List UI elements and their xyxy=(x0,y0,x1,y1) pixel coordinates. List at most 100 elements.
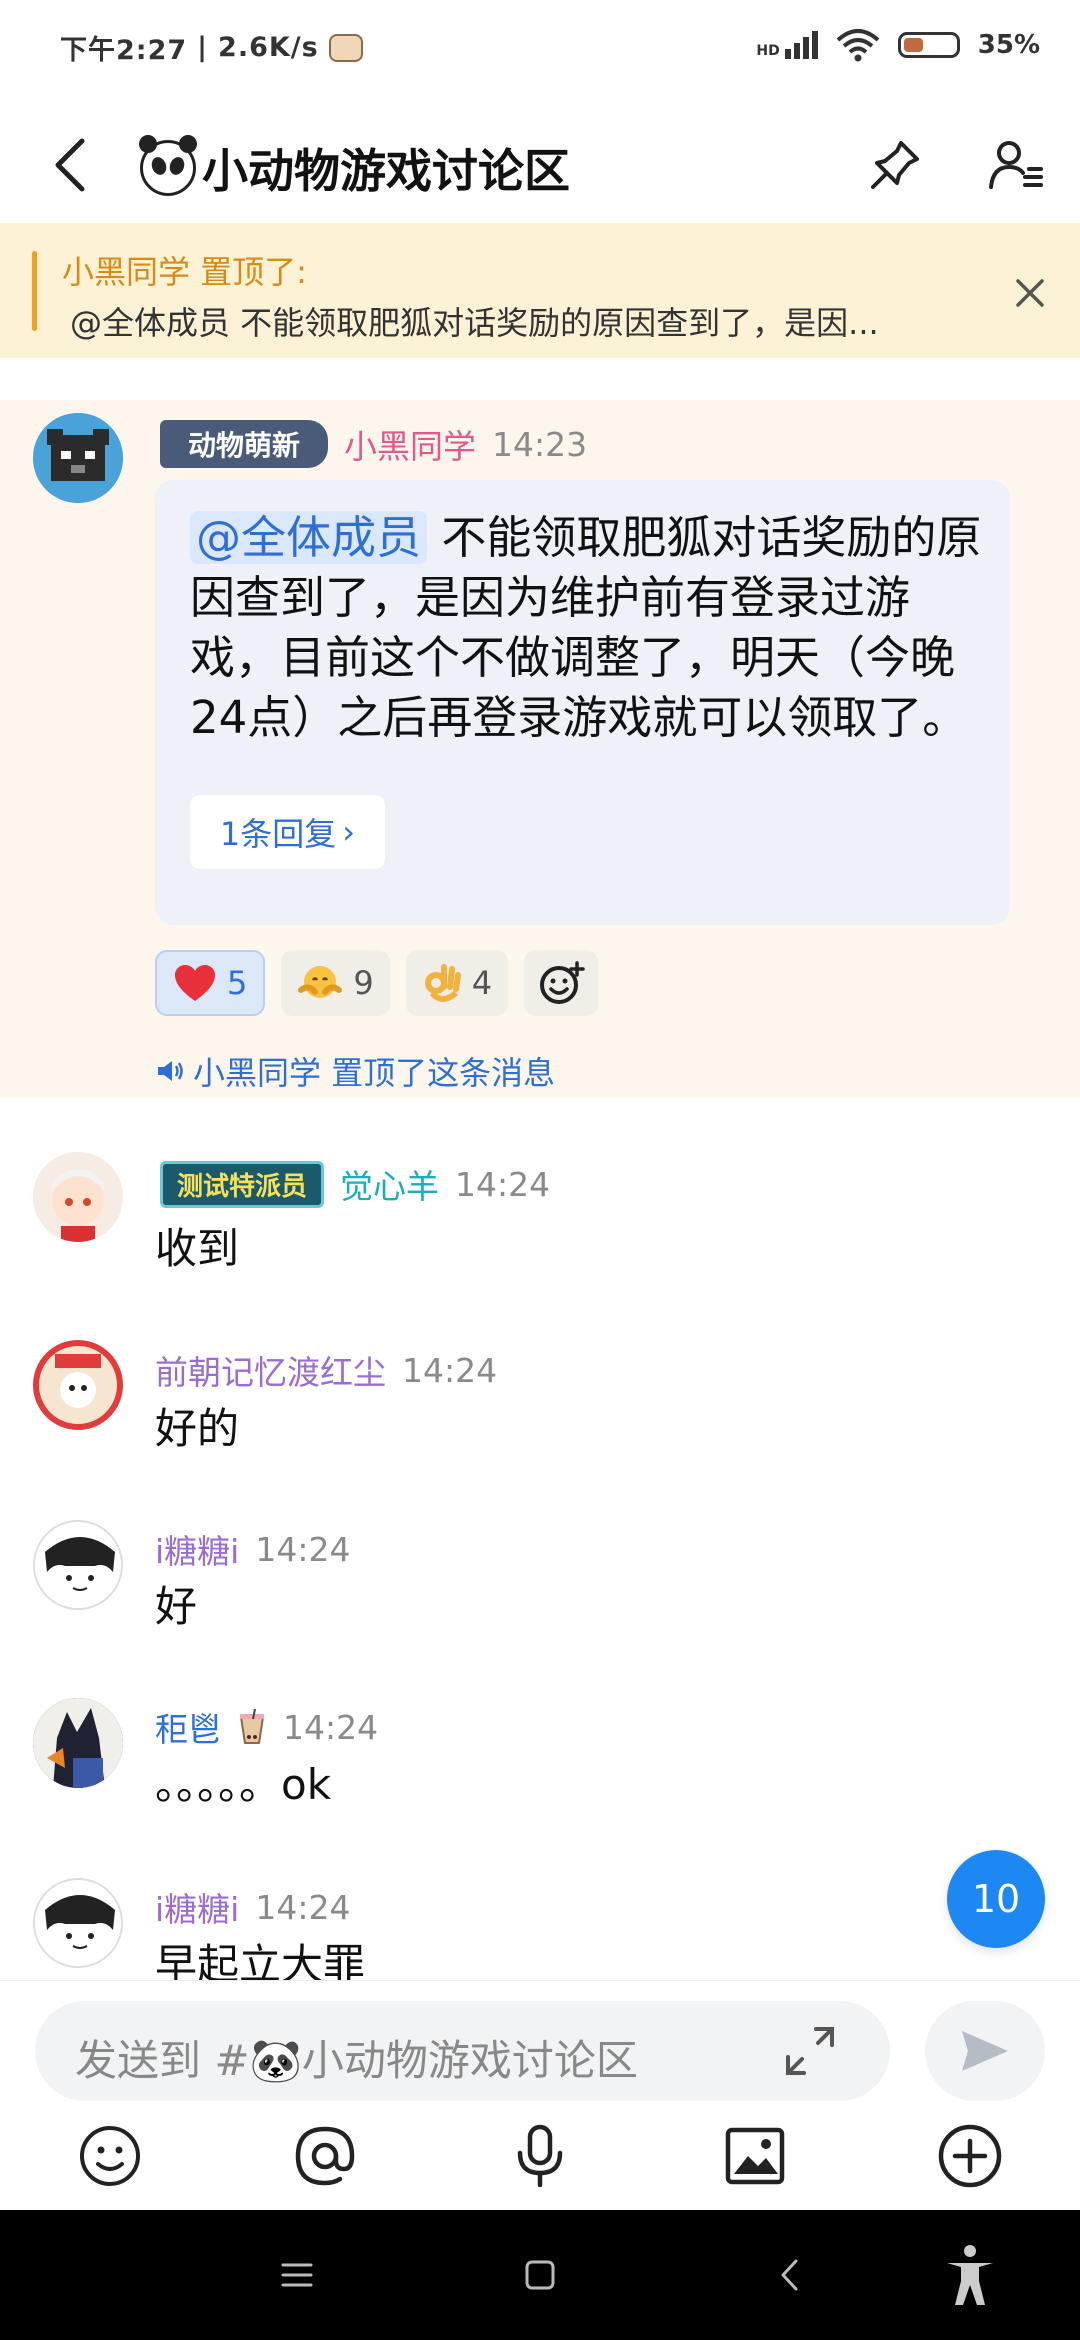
home-nav-button[interactable] xyxy=(505,2240,575,2310)
back-nav-button[interactable] xyxy=(755,2240,825,2310)
composer: 发送到 #🐼小动物游戏讨论区 xyxy=(0,1980,1080,2210)
message-time: 14:24 xyxy=(255,1887,351,1927)
speaker-icon xyxy=(158,1061,183,1081)
message-body: @全体成员 不能领取肥狐对话奖励的原因查到了，是因为维护前有登录过游戏，目前这个… xyxy=(190,508,990,748)
author-name[interactable]: i糖糖i xyxy=(155,1525,239,1573)
menu-nav-button[interactable] xyxy=(262,2240,332,2310)
mention-all[interactable]: @全体成员 xyxy=(190,511,428,564)
expand-input-button[interactable] xyxy=(780,2021,840,2081)
signal-icon: HD xyxy=(756,31,818,59)
chat-header: 小动物游戏讨论区 xyxy=(0,100,1080,230)
bubble-tea-icon xyxy=(239,1709,265,1744)
reactions-bar: 5 9 4 xyxy=(155,950,599,1016)
reaction-ok-hand[interactable]: 4 xyxy=(405,950,509,1016)
message-text[interactable]: 收到 xyxy=(155,1220,239,1278)
reaction-count: 5 xyxy=(227,964,248,1002)
author-name[interactable]: 觉心羊 xyxy=(340,1160,439,1208)
network-type: HD xyxy=(756,43,780,59)
avatar[interactable] xyxy=(33,1152,123,1242)
send-icon xyxy=(962,2031,1008,2071)
members-button[interactable] xyxy=(980,130,1050,200)
microphone-icon xyxy=(517,2124,563,2188)
reply-count: 1条回复 xyxy=(219,815,337,853)
accessibility-button[interactable] xyxy=(935,2240,1005,2310)
message-meta: i糖糖i 14:24 xyxy=(155,1883,350,1931)
image-button[interactable] xyxy=(715,2116,795,2196)
image-icon xyxy=(725,2127,785,2185)
more-button[interactable] xyxy=(930,2116,1010,2196)
author-name[interactable]: 秬鬯 xyxy=(155,1703,221,1751)
chevron-right-icon: › xyxy=(342,813,356,851)
message-meta: i糖糖i 14:24 xyxy=(155,1525,350,1573)
pinned-messages-button[interactable] xyxy=(860,130,930,200)
cat-avatar-icon xyxy=(33,1340,123,1430)
status-time: 下午2:27 xyxy=(60,35,188,66)
menu-icon xyxy=(281,2263,313,2287)
wifi-icon xyxy=(836,29,880,62)
view-replies-button[interactable]: 1条回复 › xyxy=(190,795,385,869)
mention-button[interactable] xyxy=(285,2116,365,2196)
author-name[interactable]: i糖糖i xyxy=(155,1883,239,1931)
wolf-avatar-icon xyxy=(33,1698,123,1788)
pin-icon xyxy=(871,141,919,189)
voice-button[interactable] xyxy=(500,2116,580,2196)
heart-icon xyxy=(175,965,215,1001)
system-nav-bar xyxy=(0,2210,1080,2340)
status-left: 下午2:27 | 2.6K/s xyxy=(60,28,363,67)
message-time: 14:24 xyxy=(255,1529,351,1569)
network-speed: 2.6K/s xyxy=(218,32,319,63)
message-input[interactable]: 发送到 #🐼小动物游戏讨论区 xyxy=(35,2001,890,2101)
expand-icon xyxy=(786,2027,834,2075)
emoji-icon xyxy=(80,2126,140,2186)
pin-notice[interactable]: 小黑同学 置顶了这条消息 xyxy=(155,1048,555,1094)
avatar[interactable] xyxy=(33,413,123,503)
avatar[interactable] xyxy=(33,1698,123,1788)
avatar[interactable] xyxy=(33,1520,123,1610)
message-meta: 测试特派员 觉心羊 14:24 xyxy=(160,1160,550,1208)
app-notification-icon xyxy=(328,33,363,62)
at-sign-icon xyxy=(295,2126,355,2186)
send-button[interactable] xyxy=(925,2001,1045,2101)
emoji-button[interactable] xyxy=(70,2116,150,2196)
reaction-count: 4 xyxy=(471,964,493,1002)
add-emoji-icon xyxy=(540,961,585,1004)
message-time: 14:24 xyxy=(402,1350,498,1390)
reaction-heart[interactable]: 5 xyxy=(155,950,266,1016)
author-name[interactable]: 前朝记忆渡红尘 xyxy=(155,1346,386,1394)
bear-avatar-icon xyxy=(33,413,123,503)
add-reaction-button[interactable] xyxy=(524,950,599,1016)
status-right: HD 35% xyxy=(756,28,1040,62)
author-name[interactable]: 小黑同学 xyxy=(344,420,476,468)
battery-percent: 35% xyxy=(977,30,1040,60)
close-icon xyxy=(1016,279,1044,307)
message-time: 14:23 xyxy=(492,424,588,464)
avatar[interactable] xyxy=(33,1878,123,1968)
reaction-hug[interactable]: 9 xyxy=(281,950,390,1016)
message-text[interactable]: 好的 xyxy=(155,1400,239,1458)
pinned-preview: @全体成员 不能领取肥狐对话奖励的原因查到了，是因... xyxy=(70,304,879,342)
role-badge: 动物萌新 xyxy=(160,420,329,468)
sketch-avatar-icon xyxy=(35,1880,121,1966)
avatar[interactable] xyxy=(33,1340,123,1430)
message-text[interactable]: 好 xyxy=(155,1578,197,1636)
composer-toolbar xyxy=(0,2111,1080,2206)
unread-count-button[interactable]: 10 xyxy=(947,1850,1045,1948)
girl-avatar-icon xyxy=(33,1152,123,1242)
message-bubble[interactable]: @全体成员 不能领取肥狐对话奖励的原因查到了，是因为维护前有登录过游戏，目前这个… xyxy=(155,480,1010,925)
pinned-accent-bar xyxy=(32,251,37,331)
hug-emoji-icon xyxy=(298,966,343,998)
message-time: 14:24 xyxy=(455,1164,551,1204)
panda-emoji-icon xyxy=(139,135,197,196)
page-title: 小动物游戏讨论区 xyxy=(202,144,570,198)
channel-title[interactable]: 小动物游戏讨论区 xyxy=(139,135,570,201)
back-button[interactable] xyxy=(40,130,100,200)
pinned-banner[interactable]: 小黑同学 置顶了: @全体成员 不能领取肥狐对话奖励的原因查到了，是因... xyxy=(0,223,1080,358)
message-text[interactable]: 。。。。。ok xyxy=(155,1756,331,1814)
message-meta: 前朝记忆渡红尘 14:24 xyxy=(155,1346,497,1394)
ok-hand-icon xyxy=(424,964,461,1002)
chevron-left-icon xyxy=(781,2259,798,2291)
pinned-by: 小黑同学 置顶了: xyxy=(62,253,307,291)
pin-notice-text: 小黑同学 置顶了这条消息 xyxy=(193,1054,556,1092)
close-pinned-button[interactable] xyxy=(1000,263,1060,323)
plus-circle-icon xyxy=(938,2124,1002,2188)
